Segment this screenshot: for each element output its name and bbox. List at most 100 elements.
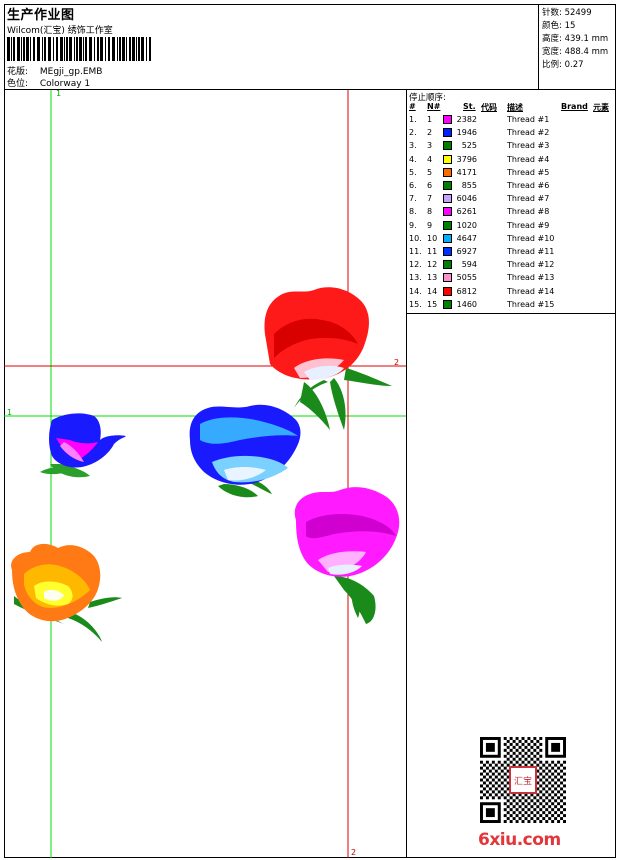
thread-row-num: 6. [409, 181, 417, 190]
thread-row-no: 13 [427, 273, 438, 283]
col-header-num: # [409, 102, 416, 111]
thread-row-stitches: 5055 [456, 273, 477, 283]
colors-label: 颜色: [542, 21, 562, 31]
colors-value: 15 [564, 21, 576, 31]
thread-row: 7. 7 6046 Thread #7 [407, 194, 616, 207]
thread-row-num: 4. [409, 154, 417, 164]
header: 生产作业图 Wilcom(汇宝) 绣饰工作室 花版: MEgji_gp.EMB … [4, 4, 616, 90]
thread-row-stitches: 855 [461, 181, 477, 190]
guide-marker-red-bottom: 2 [351, 848, 356, 857]
thread-row-description: Thread #14 [507, 286, 555, 296]
svg-text:汇宝: 汇宝 [514, 775, 532, 787]
thread-row: 13. 13 5055 Thread #13 [407, 273, 616, 286]
thread-row-num: 10. [409, 233, 422, 243]
scale-value: 0.27 [564, 60, 584, 70]
thread-row-stitches: 3796 [456, 154, 477, 164]
thread-row-num: 3. [409, 141, 417, 151]
site-watermark: 6xiu.com [478, 830, 561, 850]
qr-code-image: 汇宝 [480, 737, 566, 823]
design-stats: 针数: 52499 颜色: 15 高度: 439.1 mm 宽度: 488.4 … [540, 4, 616, 89]
thread-row-num: 8. [409, 207, 417, 217]
scale-row: 比例: 0.27 [542, 58, 584, 70]
thread-row-num: 15. [409, 299, 422, 309]
thread-row-stitches: 4647 [456, 233, 477, 243]
thread-row-description: Thread #1 [507, 115, 550, 124]
thread-row-description: Thread #15 [507, 299, 555, 309]
thread-row-no: 2 [427, 128, 433, 138]
thread-row: 2. 2 1946 Thread #2 [407, 128, 616, 141]
thread-row-no: 11 [427, 247, 438, 256]
thread-row-description: Thread #8 [507, 207, 550, 217]
height-value: 439.1 mm [564, 34, 609, 44]
thread-row-no: 14 [427, 286, 438, 296]
thread-row: 8. 8 6261 Thread #8 [407, 207, 616, 220]
thread-row-no: 1 [427, 115, 433, 124]
thread-row-stitches: 2382 [456, 115, 477, 124]
thread-row-stitches: 594 [461, 260, 477, 270]
col-header-desc: 描述 [507, 103, 523, 112]
thread-row-stitches: 6927 [456, 247, 477, 256]
thread-row-stitches: 1020 [456, 220, 477, 230]
thread-row-description: Thread #10 [507, 233, 555, 243]
col-header-code: 代码 [481, 103, 497, 112]
thread-color-swatch [443, 220, 452, 230]
page-title: 生产作业图 [7, 8, 75, 23]
thread-row-description: Thread #9 [507, 220, 550, 230]
thread-color-swatch [443, 247, 452, 256]
stitches-row: 针数: 52499 [542, 6, 592, 18]
thread-row-no: 12 [427, 260, 438, 270]
thread-row-num: 9. [409, 220, 417, 230]
blue-rosebud-image [40, 413, 126, 478]
guide-marker-green-left: 1 [7, 408, 12, 417]
colorway-value: Colorway 1 [39, 79, 91, 89]
thread-row: 3. 3 525 Thread #3 [407, 141, 616, 154]
thread-row: 15. 15 1460 Thread #15 [407, 299, 616, 313]
thread-row-description: Thread #6 [507, 181, 550, 190]
thread-color-swatch [443, 207, 452, 217]
magenta-rose-image [294, 487, 400, 624]
thread-row: 12. 12 594 Thread #12 [407, 260, 616, 273]
thread-row-num: 5. [409, 167, 417, 177]
guide-marker-green-top: 1 [56, 90, 61, 98]
thread-row: 5. 5 4171 Thread #5 [407, 167, 616, 181]
col-header-brand: Brand [561, 102, 588, 111]
thread-row-description: Thread #2 [507, 128, 550, 138]
thread-row: 1. 1 2382 Thread #1 [407, 115, 616, 128]
width-value: 488.4 mm [564, 47, 609, 57]
header-info: 生产作业图 Wilcom(汇宝) 绣饰工作室 花版: MEgji_gp.EMB … [4, 4, 539, 89]
thread-row-num: 11. [409, 247, 422, 256]
thread-row-num: 1. [409, 115, 417, 124]
barcode-image [7, 37, 151, 61]
thread-row-stitches: 1946 [456, 128, 477, 138]
height-label: 高度: [542, 34, 562, 44]
thread-color-swatch [443, 273, 452, 283]
thread-row-description: Thread #11 [507, 247, 555, 256]
thread-row: 6. 6 855 Thread #6 [407, 181, 616, 194]
red-rose-image [264, 287, 392, 430]
thread-row-description: Thread #7 [507, 194, 550, 204]
thread-row-stitches: 1460 [456, 299, 477, 309]
width-label: 宽度: [542, 47, 562, 57]
thread-color-swatch [443, 299, 452, 309]
thread-color-swatch [443, 286, 452, 296]
thread-row-description: Thread #3 [507, 141, 550, 151]
thread-row-stitches: 4171 [456, 167, 477, 177]
thread-row-num: 2. [409, 128, 417, 138]
thread-row-num: 12. [409, 260, 422, 270]
thread-row: 10. 10 4647 Thread #10 [407, 233, 616, 247]
thread-row-no: 3 [427, 141, 433, 151]
width-row: 宽度: 488.4 mm [542, 45, 608, 57]
thread-row: 14. 14 6812 Thread #14 [407, 286, 616, 300]
thread-row-no: 8 [427, 207, 433, 217]
thread-row-stitches: 525 [461, 141, 477, 151]
thread-row-no: 10 [427, 233, 438, 243]
blue-rose-image [189, 404, 301, 498]
thread-color-swatch [443, 181, 452, 190]
thread-row: 4. 4 3796 Thread #4 [407, 154, 616, 168]
stitches-value: 52499 [564, 8, 592, 18]
thread-stop-sequence: 停止顺序: # N# St. 代码 描述 Brand 元素 1. 1 2382 Thr… [407, 90, 616, 314]
thread-row-description: Thread #13 [507, 273, 555, 283]
thread-row-no: 5 [427, 167, 433, 177]
thread-row-stitches: 6261 [456, 207, 477, 217]
thread-row-description: Thread #12 [507, 260, 555, 270]
